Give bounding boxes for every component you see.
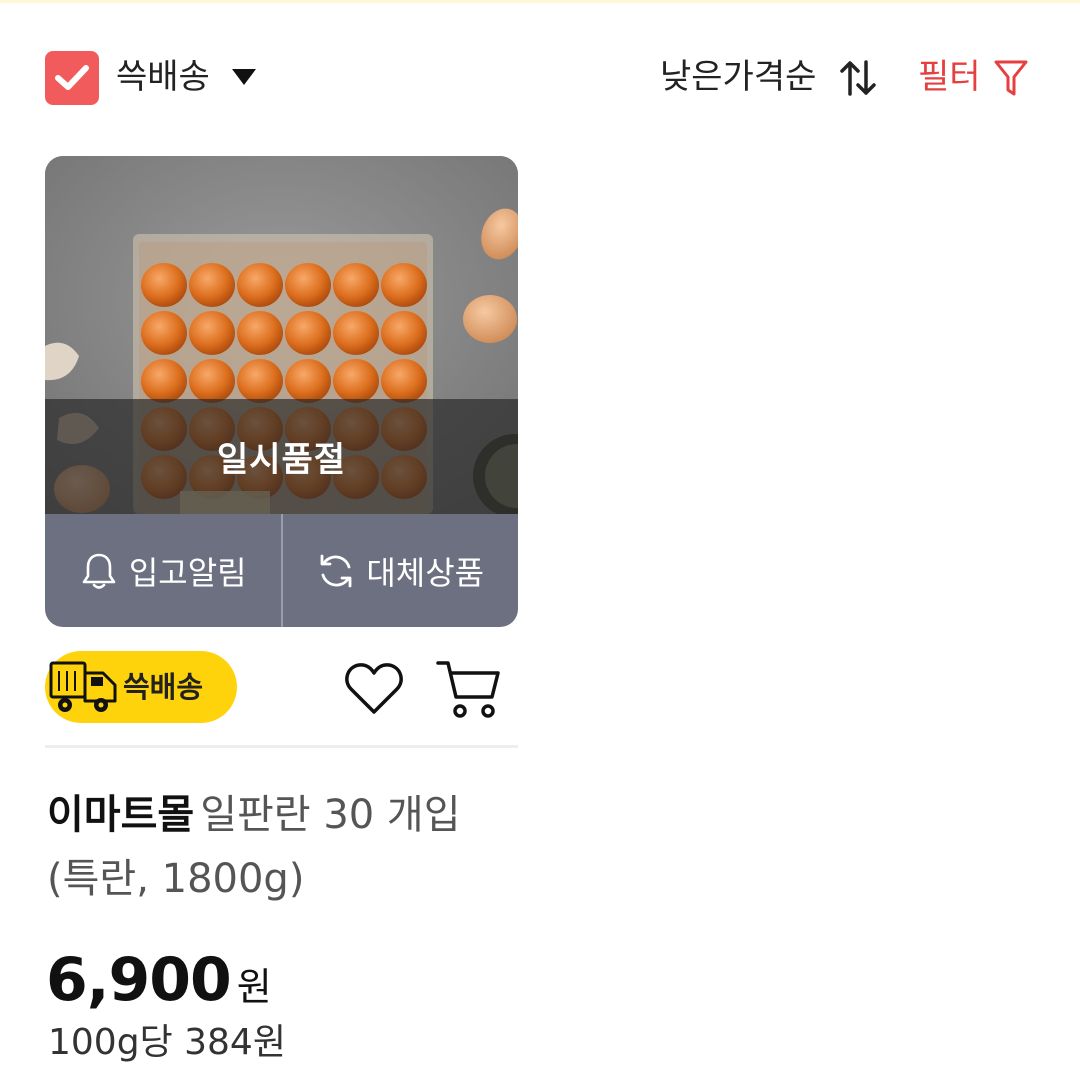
- sort-arrows-icon[interactable]: [838, 58, 878, 98]
- refresh-icon: [320, 554, 352, 587]
- caret-down-icon[interactable]: [232, 69, 256, 85]
- product-title[interactable]: 이마트몰 일판란 30 개입 (특란, 1800g): [47, 783, 517, 911]
- soldout-overlay: 일시품절: [45, 399, 518, 514]
- product-action-bar: 입고알림 대체상품: [45, 514, 518, 627]
- bell-icon: [82, 553, 116, 589]
- price-value: 6,900: [46, 945, 232, 1015]
- delivery-truck-icon: [49, 661, 117, 712]
- filter-funnel-icon[interactable]: [994, 59, 1028, 97]
- unit-price: 100g당 384원: [48, 1022, 286, 1063]
- ssg-delivery-badge-label: 쓱배송: [123, 670, 204, 704]
- restock-alert-label: 입고알림: [128, 553, 247, 592]
- ssg-delivery-filter-label[interactable]: 쓱배송: [116, 54, 210, 100]
- filter-button[interactable]: 필터: [918, 54, 981, 100]
- soldout-label: 일시품절: [216, 440, 347, 480]
- substitute-product-button[interactable]: 대체상품: [283, 514, 519, 627]
- price-row: 6,900 원: [46, 940, 272, 1020]
- heart-icon[interactable]: [344, 660, 404, 716]
- checkmark-icon: [55, 65, 89, 90]
- list-header: 쓱배송 낮은가격순 필터: [0, 40, 1080, 120]
- ssg-delivery-badge: 쓱배송: [45, 651, 237, 723]
- cart-icon[interactable]: [436, 657, 502, 719]
- restock-alert-button[interactable]: 입고알림: [45, 514, 281, 627]
- price-unit: 원: [236, 965, 272, 1009]
- ssg-delivery-checkbox[interactable]: [45, 51, 99, 105]
- product-brand: 이마트몰: [47, 792, 195, 838]
- top-strip: [0, 0, 1080, 3]
- card-divider: [45, 745, 518, 748]
- sort-button[interactable]: 낮은가격순: [660, 54, 816, 100]
- substitute-product-label: 대체상품: [366, 553, 485, 592]
